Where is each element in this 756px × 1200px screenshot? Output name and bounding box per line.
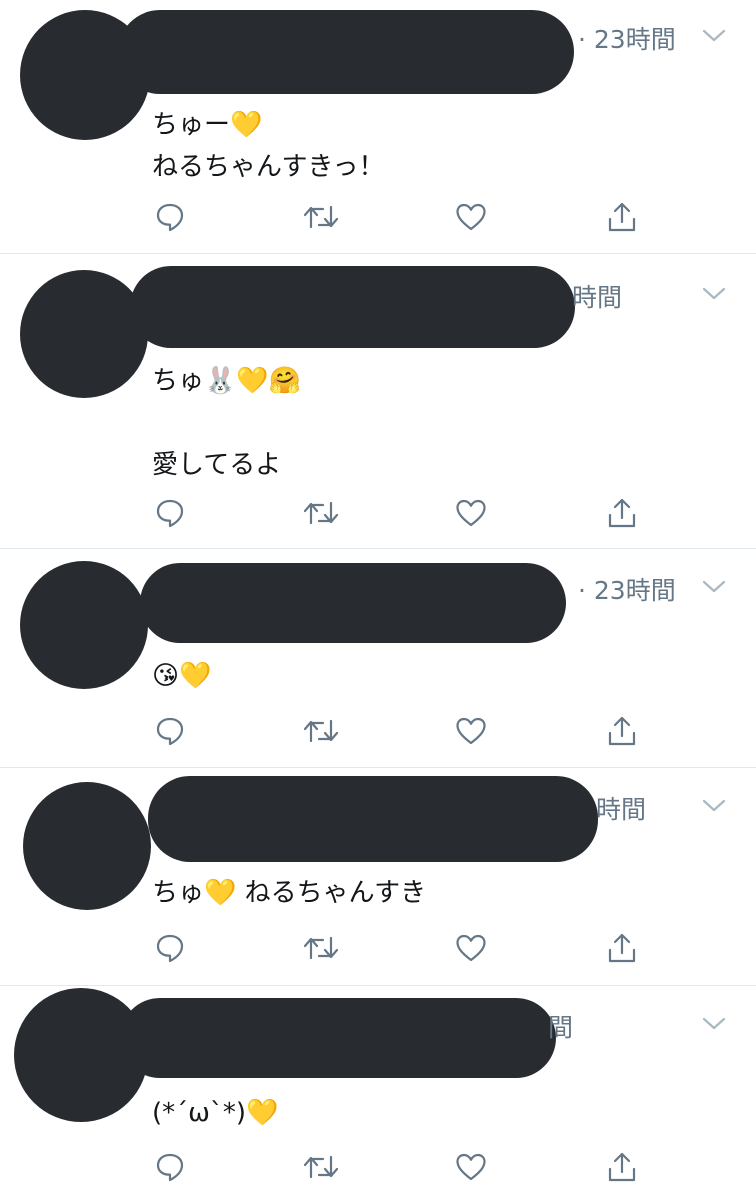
- heart-icon: [456, 934, 486, 962]
- retweet-arrows-icon: [303, 719, 339, 743]
- tweet-text-line: 愛してるよ: [152, 450, 282, 480]
- tweet[interactable]: 時間 ちゅ💛 ねるちゃんすき: [0, 768, 756, 985]
- like-button[interactable]: [451, 197, 491, 237]
- tweet-text-line: ねるちゃんすきっ！: [152, 152, 385, 182]
- heart-icon: [456, 717, 486, 745]
- tweet-actions: [0, 1147, 756, 1187]
- retweet-button[interactable]: [301, 197, 341, 237]
- speech-bubble-icon: [156, 1153, 184, 1182]
- retweet-button[interactable]: [301, 493, 341, 533]
- reply-button[interactable]: [150, 928, 190, 968]
- tweet-timestamp[interactable]: 時間: [572, 278, 622, 314]
- avatar[interactable]: [23, 782, 151, 910]
- chevron-down-icon[interactable]: [701, 28, 727, 44]
- retweet-button[interactable]: [301, 1147, 341, 1187]
- share-upload-icon: [608, 498, 636, 528]
- tweet-timestamp[interactable]: · 23時間: [578, 571, 676, 607]
- chevron-down-icon[interactable]: [701, 798, 727, 814]
- retweet-button[interactable]: [301, 928, 341, 968]
- retweet-arrows-icon: [303, 1155, 339, 1179]
- heart-icon: [456, 1153, 486, 1181]
- redacted-author-name: [130, 266, 575, 348]
- tweet-timestamp[interactable]: 間: [548, 1008, 573, 1044]
- tweet-text-line: ちゅー💛: [152, 110, 263, 140]
- redacted-author-name: [148, 776, 598, 862]
- speech-bubble-icon: [156, 717, 184, 746]
- redacted-author-name: [140, 563, 566, 643]
- share-button[interactable]: [602, 928, 642, 968]
- reply-button[interactable]: [150, 711, 190, 751]
- tweet-text-line: [152, 402, 301, 444]
- tweet-text: 😘💛: [152, 655, 211, 697]
- share-button[interactable]: [602, 711, 642, 751]
- tweet[interactable]: · 23時間 ちゅー💛 ねるちゃんすきっ！: [0, 0, 756, 253]
- share-button[interactable]: [602, 493, 642, 533]
- speech-bubble-icon: [156, 934, 184, 963]
- tweet-actions: [0, 493, 756, 533]
- tweet-text: ちゅー💛 ねるちゃんすきっ！: [152, 104, 384, 188]
- tweet-text-line: ちゅ🐰💛🤗: [152, 366, 302, 396]
- chevron-down-icon[interactable]: [701, 286, 727, 302]
- redacted-author-name: [120, 998, 556, 1078]
- tweet-text-line: 😘💛: [152, 661, 212, 691]
- tweet-actions: [0, 197, 756, 237]
- heart-icon: [456, 203, 486, 231]
- tweet-timestamp[interactable]: 時間: [596, 790, 646, 826]
- avatar[interactable]: [20, 561, 148, 689]
- tweet-text: ちゅ🐰💛🤗 愛してるよ: [152, 360, 301, 486]
- tweet[interactable]: · 23時間 😘💛: [0, 549, 756, 766]
- chevron-down-icon[interactable]: [701, 1016, 727, 1032]
- tweet-timestamp[interactable]: · 23時間: [578, 20, 676, 56]
- tweet-text: ちゅ💛 ねるちゃんすき: [152, 872, 426, 914]
- retweet-arrows-icon: [303, 205, 339, 229]
- like-button[interactable]: [451, 1147, 491, 1187]
- retweet-arrows-icon: [303, 936, 339, 960]
- share-button[interactable]: [602, 197, 642, 237]
- tweet-actions: [0, 711, 756, 751]
- tweet-text: (*´ω`*)💛: [152, 1092, 278, 1134]
- like-button[interactable]: [451, 928, 491, 968]
- retweet-button[interactable]: [301, 711, 341, 751]
- tweet[interactable]: 間 (*´ω`*)💛: [0, 986, 756, 1200]
- like-button[interactable]: [451, 711, 491, 751]
- speech-bubble-icon: [156, 203, 184, 232]
- redacted-author-name: [118, 10, 574, 94]
- share-upload-icon: [608, 202, 636, 232]
- share-upload-icon: [608, 933, 636, 963]
- reply-button[interactable]: [150, 493, 190, 533]
- retweet-arrows-icon: [303, 501, 339, 525]
- reply-button[interactable]: [150, 197, 190, 237]
- share-button[interactable]: [602, 1147, 642, 1187]
- tweet-actions: [0, 928, 756, 968]
- heart-icon: [456, 499, 486, 527]
- share-upload-icon: [608, 1152, 636, 1182]
- share-upload-icon: [608, 716, 636, 746]
- speech-bubble-icon: [156, 499, 184, 528]
- like-button[interactable]: [451, 493, 491, 533]
- tweet[interactable]: 時間 ちゅ🐰💛🤗 愛してるよ: [0, 254, 756, 547]
- reply-button[interactable]: [150, 1147, 190, 1187]
- avatar[interactable]: [20, 270, 148, 398]
- tweet-text-line: ちゅ💛 ねるちゃんすき: [152, 878, 427, 908]
- chevron-down-icon[interactable]: [701, 579, 727, 595]
- tweet-text-line: (*´ω`*)💛: [152, 1098, 279, 1128]
